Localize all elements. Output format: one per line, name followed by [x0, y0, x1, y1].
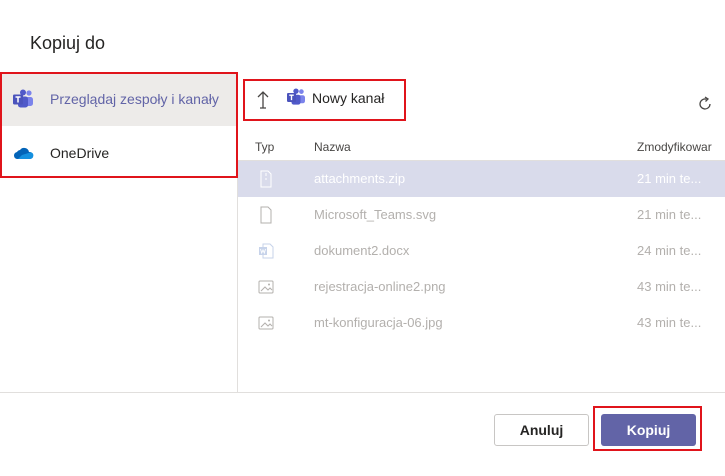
zip-file-icon	[258, 170, 274, 188]
file-name: rejestracja-online2.png	[314, 279, 446, 294]
image-file-icon	[258, 314, 274, 332]
copy-button[interactable]: Kopiuj	[601, 414, 696, 446]
file-name: Microsoft_Teams.svg	[314, 207, 437, 222]
file-modified: 21 min te...	[637, 207, 702, 222]
table-row[interactable]: dokument2.docx 24 min te...	[238, 233, 725, 269]
file-name: mt-konfiguracja-06.jpg	[314, 315, 443, 330]
dialog-title: Kopiuj do	[30, 33, 106, 53]
table-row[interactable]: Microsoft_Teams.svg 21 min te...	[238, 197, 725, 233]
current-channel: Nowy kanał	[286, 88, 384, 108]
teams-icon	[12, 88, 34, 110]
column-header-name[interactable]: Nazwa	[314, 140, 351, 160]
sidebar-item-label: Przeglądaj zespoły i kanały	[50, 91, 219, 107]
file-modified: 24 min te...	[637, 243, 702, 258]
column-header-modified[interactable]: Zmodyfikowar	[637, 140, 712, 160]
file-modified: 43 min te...	[637, 279, 702, 294]
up-arrow-icon[interactable]	[256, 90, 274, 110]
column-header-type[interactable]: Typ	[255, 140, 274, 160]
file-name: attachments.zip	[314, 171, 406, 186]
table-row[interactable]: attachments.zip 21 min te...	[238, 161, 725, 197]
teams-icon	[286, 88, 306, 108]
refresh-icon[interactable]	[697, 96, 713, 112]
sidebar-item-onedrive[interactable]: OneDrive	[0, 126, 237, 180]
cancel-button[interactable]: Anuluj	[494, 414, 589, 446]
image-file-icon	[258, 278, 274, 296]
browser-toolbar: Nowy kanał	[238, 72, 725, 132]
footer-divider	[0, 392, 725, 393]
file-modified: 43 min te...	[637, 315, 702, 330]
table-row[interactable]: rejestracja-online2.png 43 min te...	[238, 269, 725, 305]
file-modified: 21 min te...	[637, 171, 702, 186]
sidebar-item-label: OneDrive	[50, 145, 110, 161]
word-doc-icon	[258, 242, 274, 260]
channel-label: Nowy kanał	[312, 90, 385, 106]
generic-file-icon	[258, 206, 274, 224]
file-browser: Nowy kanał Typ Nazwa Zmodyfikowar attach…	[238, 72, 725, 392]
location-sidebar: Przeglądaj zespoły i kanały OneDrive	[0, 72, 238, 392]
onedrive-icon	[12, 142, 34, 164]
file-name: dokument2.docx	[314, 243, 410, 258]
table-row[interactable]: mt-konfiguracja-06.jpg 43 min te...	[238, 305, 725, 341]
sidebar-item-teams-channels[interactable]: Przeglądaj zespoły i kanały	[0, 72, 237, 126]
